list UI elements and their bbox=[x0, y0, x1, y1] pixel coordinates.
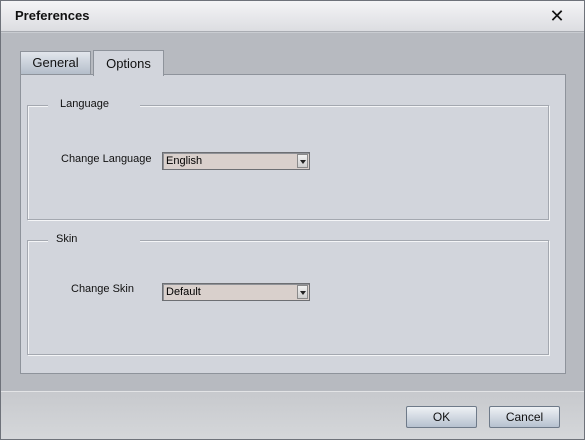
ok-button[interactable]: OK bbox=[406, 406, 477, 428]
title-bar[interactable]: Preferences ✕ bbox=[1, 1, 584, 32]
skin-select[interactable]: Default bbox=[162, 283, 310, 301]
change-language-label: Change Language bbox=[61, 153, 152, 165]
skin-group: Skin Change Skin Default bbox=[27, 233, 549, 355]
preferences-dialog: Preferences ✕ General Options Language C… bbox=[0, 0, 585, 440]
window-title: Preferences bbox=[15, 8, 90, 23]
dialog-footer: OK Cancel bbox=[1, 391, 584, 439]
chevron-down-icon[interactable] bbox=[297, 154, 308, 168]
chevron-down-icon[interactable] bbox=[297, 285, 308, 299]
language-select[interactable]: English bbox=[162, 152, 310, 170]
options-tab-panel: Language Change Language English Skin Ch… bbox=[20, 74, 566, 374]
tab-general[interactable]: General bbox=[20, 51, 91, 75]
skin-group-legend: Skin bbox=[48, 233, 140, 247]
language-group: Language Change Language English bbox=[27, 98, 549, 220]
tab-options[interactable]: Options bbox=[93, 50, 164, 76]
skin-select-value: Default bbox=[166, 286, 201, 298]
language-group-legend: Language bbox=[48, 98, 140, 112]
language-select-value: English bbox=[166, 155, 203, 167]
cancel-button[interactable]: Cancel bbox=[489, 406, 560, 428]
close-icon[interactable]: ✕ bbox=[548, 7, 566, 25]
change-skin-label: Change Skin bbox=[71, 283, 134, 295]
